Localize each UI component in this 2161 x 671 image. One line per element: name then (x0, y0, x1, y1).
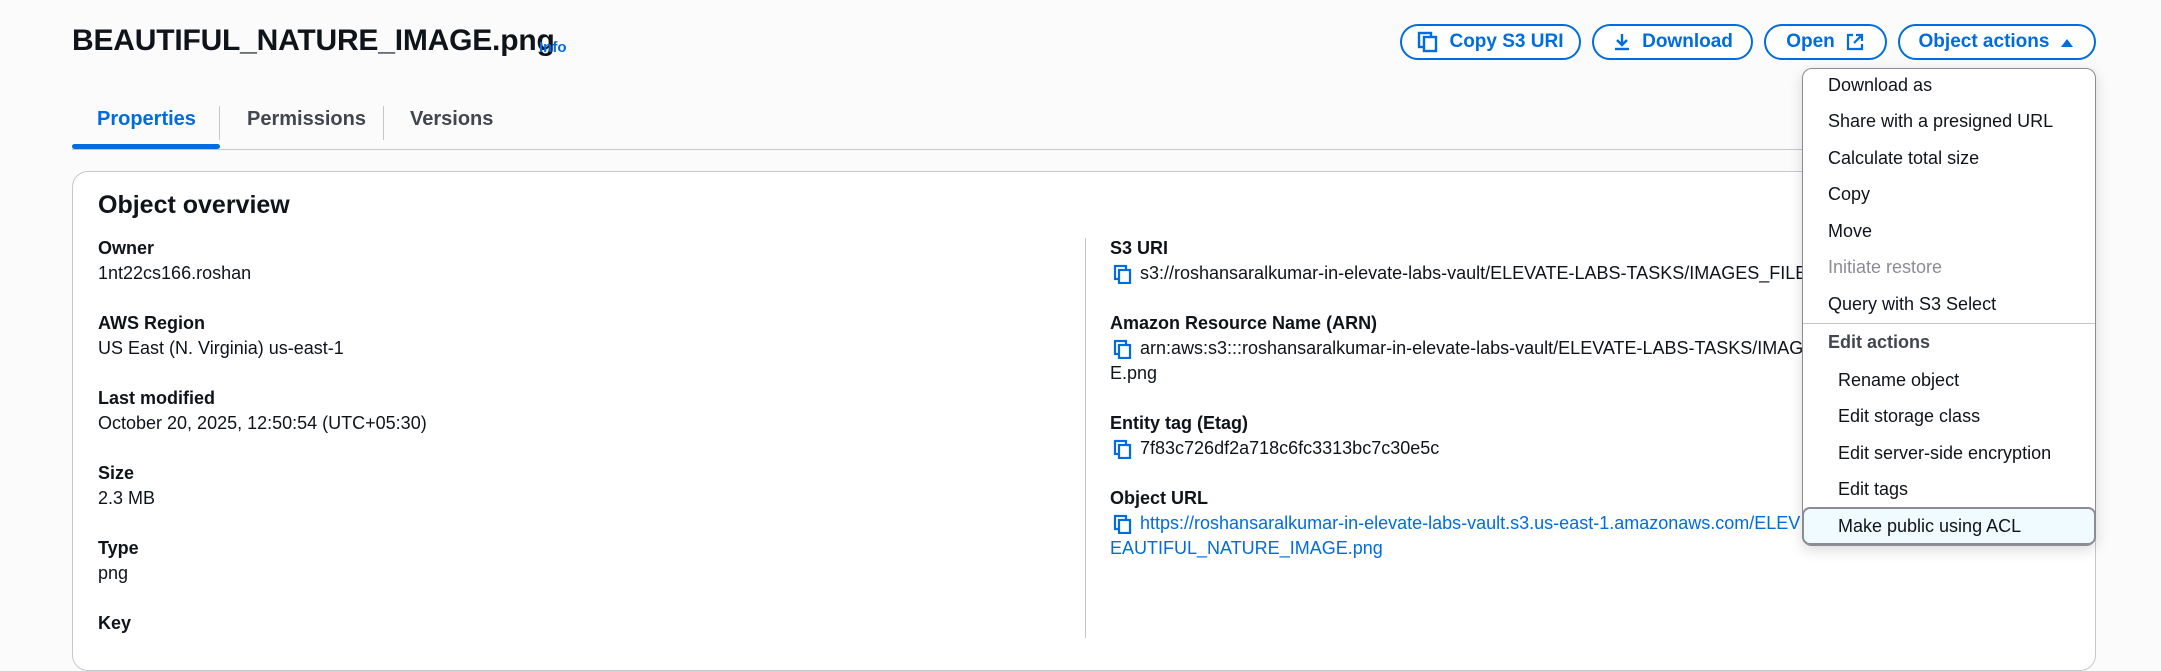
copy-icon (1417, 31, 1439, 53)
menu-group-edit-actions: Edit actions (1828, 332, 1931, 352)
last-modified-label: Last modified (98, 388, 216, 408)
column-divider (1085, 238, 1086, 638)
size-value: 2.3 MB (98, 488, 156, 508)
open-label: Open (1786, 31, 1835, 52)
copy-icon[interactable] (1113, 339, 1133, 364)
info-link[interactable]: Info (539, 39, 567, 56)
menu-item-edit-storage-class[interactable]: Edit storage class (1838, 406, 1980, 427)
s3-uri-value: s3://roshansaralkumar-in-elevate-labs-va… (1140, 263, 1825, 283)
object-url-label: Object URL (1110, 488, 1209, 508)
active-tab-indicator (72, 144, 220, 149)
external-link-icon (1845, 32, 1865, 52)
menu-item-move[interactable]: Move (1828, 221, 1872, 242)
menu-item-calculate-total-size[interactable]: Calculate total size (1828, 148, 1979, 169)
tab-divider (219, 106, 220, 140)
tab-versions[interactable]: Versions (410, 108, 493, 131)
download-label: Download (1642, 31, 1733, 52)
download-button[interactable]: Download (1592, 24, 1753, 60)
menu-item-edit-tags[interactable]: Edit tags (1838, 479, 1908, 500)
page-title: BEAUTIFUL_NATURE_IMAGE.png (72, 24, 555, 57)
etag-label: Entity tag (Etag) (1110, 413, 1248, 433)
menu-item-initiate-restore: Initiate restore (1828, 257, 1943, 277)
menu-item-query-s3-select[interactable]: Query with S3 Select (1828, 294, 1996, 315)
last-modified-value: October 20, 2025, 12:50:54 (UTC+05:30) (98, 413, 427, 433)
owner-label: Owner (98, 238, 155, 258)
object-actions-menu: Download as Share with a presigned URL C… (1802, 68, 2096, 546)
copy-icon[interactable] (1113, 264, 1133, 289)
arn-label: Amazon Resource Name (ARN) (1110, 313, 1378, 333)
tab-properties[interactable]: Properties (97, 108, 196, 131)
size-label: Size (98, 463, 135, 483)
copy-icon[interactable] (1113, 514, 1133, 539)
menu-item-make-public-acl[interactable]: Make public using ACL (1838, 516, 2021, 537)
object-url-link-line2[interactable]: EAUTIFUL_NATURE_IMAGE.png (1110, 538, 1383, 559)
object-url-link-line1[interactable]: https://roshansaralkumar-in-elevate-labs… (1140, 513, 1800, 534)
copy-icon[interactable] (1113, 439, 1133, 464)
arn-value-line1: arn:aws:s3:::roshansaralkumar-in-elevate… (1140, 338, 1828, 358)
tab-divider (383, 106, 384, 140)
menu-item-share-presigned-url[interactable]: Share with a presigned URL (1828, 111, 2053, 132)
key-label: Key (98, 613, 132, 633)
menu-divider (1803, 323, 2095, 324)
copy-s3-uri-label: Copy S3 URI (1449, 31, 1564, 52)
menu-item-edit-server-side-encryption[interactable]: Edit server-side encryption (1838, 443, 2051, 464)
arn-value-line2: E.png (1110, 363, 1158, 383)
region-label: AWS Region (98, 313, 205, 333)
etag-value: 7f83c726df2a718c6fc3313bc7c30e5c (1140, 438, 1440, 458)
menu-item-copy[interactable]: Copy (1828, 184, 1870, 205)
copy-s3-uri-button[interactable]: Copy S3 URI (1400, 24, 1581, 60)
menu-item-rename-object[interactable]: Rename object (1838, 370, 1959, 391)
tabs-baseline (72, 149, 1818, 150)
download-icon (1612, 32, 1632, 52)
object-actions-label: Object actions (1918, 31, 2050, 52)
type-value: png (98, 563, 129, 583)
object-actions-button[interactable]: Object actions (1898, 24, 2096, 60)
menu-item-download-as[interactable]: Download as (1828, 75, 1932, 96)
tab-permissions[interactable]: Permissions (247, 108, 366, 131)
s3-uri-label: S3 URI (1110, 238, 1169, 258)
open-button[interactable]: Open (1764, 24, 1887, 60)
owner-value: 1nt22cs166.roshan (98, 263, 252, 283)
object-overview-title: Object overview (98, 191, 290, 219)
type-label: Type (98, 538, 139, 558)
caret-up-icon (2059, 36, 2075, 48)
region-value: US East (N. Virginia) us-east-1 (98, 338, 344, 358)
